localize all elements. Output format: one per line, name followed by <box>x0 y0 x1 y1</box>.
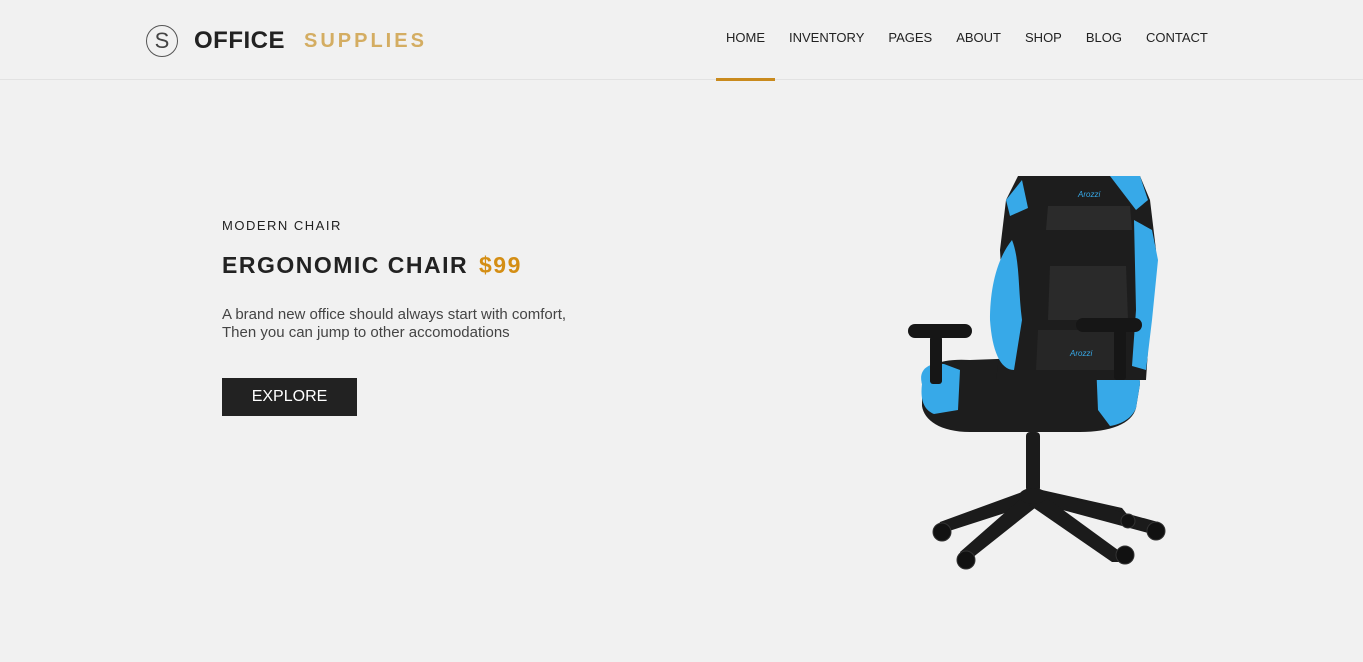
hero-description-line-2: Then you can jump to other accomodations <box>222 324 510 341</box>
chair-backrest: Arozzi Arozzi <box>990 176 1158 380</box>
brand-logo-top: Arozzi <box>1077 190 1100 199</box>
product-price: $99 <box>479 252 522 278</box>
nav-item-about[interactable]: ABOUT <box>946 0 1011 80</box>
hero-title: ERGONOMIC CHAIR $99 <box>222 252 642 279</box>
nav-item-inventory[interactable]: INVENTORY <box>779 0 874 80</box>
nav-item-shop[interactable]: SHOP <box>1015 0 1072 80</box>
logo-word-supplies: SUPPLIES <box>304 29 427 52</box>
nav-item-pages[interactable]: PAGES <box>878 0 942 80</box>
hero-subtitle: MODERN CHAIR <box>222 218 342 233</box>
hero-description: A brand new office should always start w… <box>222 306 642 342</box>
product-name: ERGONOMIC CHAIR <box>222 252 469 278</box>
chair-base <box>936 432 1162 562</box>
hero-description-line-1: A brand new office should always start w… <box>222 306 567 323</box>
header: S OFFICE SUPPLIES HOME INVENTORY PAGES A… <box>0 0 1363 81</box>
logo-circle-icon: S <box>146 25 178 57</box>
explore-button[interactable]: EXPLORE <box>222 378 357 416</box>
logo-letter: S <box>154 28 170 53</box>
logo-word-office: OFFICE <box>194 27 285 54</box>
brand-logo-bottom: Arozzi <box>1069 349 1092 358</box>
nav-item-contact[interactable]: CONTACT <box>1136 0 1218 80</box>
nav-item-home[interactable]: HOME <box>716 0 775 81</box>
gaming-chair-image: Arozzi Arozzi <box>908 176 1166 570</box>
logo[interactable]: S OFFICE SUPPLIES <box>146 25 427 57</box>
nav-item-blog[interactable]: BLOG <box>1076 0 1132 80</box>
hero-text: MODERN CHAIR ERGONOMIC CHAIR $99 A brand… <box>222 218 642 416</box>
main-nav: HOME INVENTORY PAGES ABOUT SHOP BLOG CON… <box>716 0 1218 81</box>
